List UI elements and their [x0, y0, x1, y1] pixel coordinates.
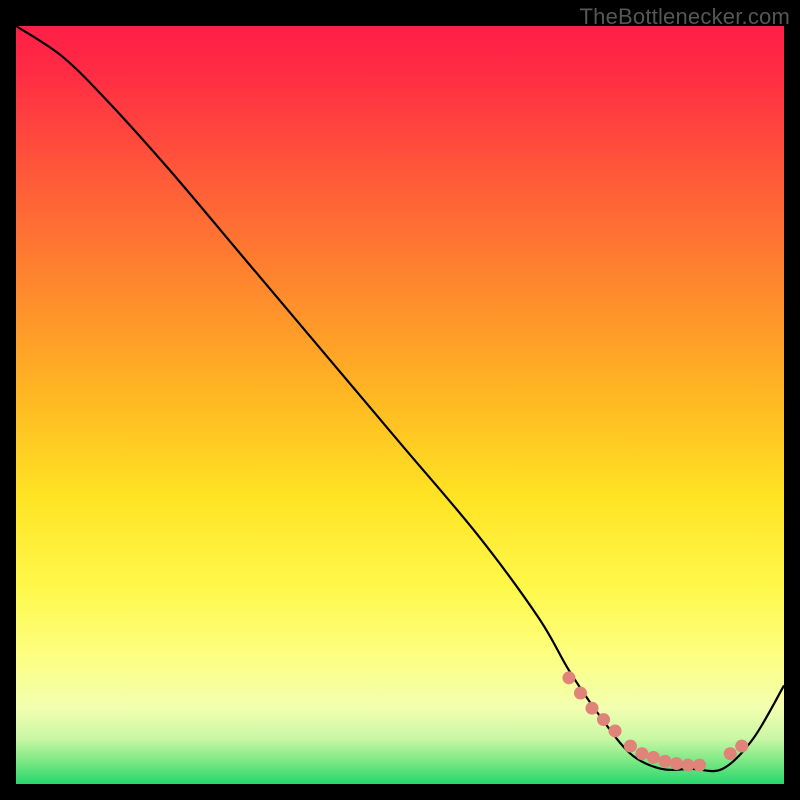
marker-point	[724, 747, 737, 760]
marker-point	[585, 702, 598, 715]
marker-point	[597, 713, 610, 726]
attribution-label: TheBottlenecker.com	[580, 4, 790, 30]
plot-area	[16, 26, 784, 784]
marker-point	[624, 740, 637, 753]
marker-point	[693, 759, 706, 772]
marker-point	[658, 755, 671, 768]
curve-layer	[16, 26, 784, 784]
marker-point	[670, 757, 683, 770]
marker-point	[574, 687, 587, 700]
chart-frame: TheBottlenecker.com	[0, 0, 800, 800]
marker-point	[681, 759, 694, 772]
marker-point	[609, 724, 622, 737]
sweet-spot-markers	[562, 671, 748, 771]
bottleneck-curve	[16, 26, 784, 771]
marker-point	[562, 671, 575, 684]
marker-point	[635, 747, 648, 760]
marker-point	[647, 751, 660, 764]
marker-point	[735, 740, 748, 753]
